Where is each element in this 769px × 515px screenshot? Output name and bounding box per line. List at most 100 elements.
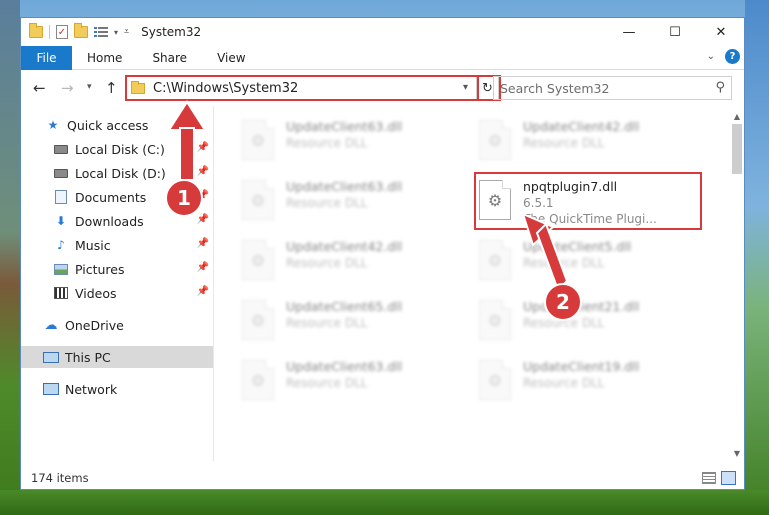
pin-icon[interactable]: 📌 — [197, 142, 209, 153]
scrollbar-thumb[interactable] — [732, 124, 742, 174]
list-item[interactable]: ⚙ UpdateClient5.dll Resource DLL — [479, 236, 707, 288]
tab-share[interactable]: Share — [137, 46, 202, 70]
help-icon[interactable]: ? — [725, 49, 740, 64]
large-icons-view-icon[interactable] — [721, 471, 736, 485]
file-name: UpdateClient19.dll — [523, 359, 640, 374]
desktop-background-right — [745, 0, 769, 515]
sidebar-item-network[interactable]: Network — [21, 378, 213, 400]
file-name: UpdateClient63.dll — [286, 119, 403, 134]
minimize-button[interactable]: — — [606, 18, 652, 46]
sidebar-item-label: Pictures — [75, 261, 125, 277]
tab-home[interactable]: Home — [72, 46, 137, 70]
quick-access-separator — [49, 25, 50, 39]
disk-icon — [53, 142, 69, 156]
file-name: UpdateClient42.dll — [523, 119, 640, 134]
file-type: Resource DLL — [523, 316, 605, 330]
sidebar-item-quick-access[interactable]: ★ Quick access — [21, 114, 213, 136]
sidebar-item-label: Local Disk (C:) — [75, 141, 165, 157]
chevron-down-icon[interactable]: ▾ — [114, 28, 118, 37]
disk-icon — [53, 166, 69, 180]
pin-icon[interactable]: 📌 — [197, 190, 209, 201]
sidebar-item-label: Videos — [75, 285, 117, 301]
file-list: ⚙ UpdateClient63.dll Resource DLL ⚙ Upda… — [214, 106, 729, 461]
pin-icon[interactable]: 📌 — [197, 166, 209, 177]
callout-box-1 — [125, 75, 479, 101]
dll-file-icon: ⚙ — [479, 300, 511, 340]
cloud-icon: ☁ — [44, 317, 58, 333]
list-item[interactable]: ⚙ UpdateClient21.dll Resource DLL — [479, 296, 707, 348]
desktop-background-left — [0, 0, 20, 515]
file-type: Resource DLL — [286, 136, 368, 150]
list-item[interactable]: ⚙ UpdateClient42.dll Resource DLL — [242, 236, 470, 288]
recent-locations-icon[interactable]: ▾ — [87, 82, 92, 92]
sidebar-item-music[interactable]: ♪ Music 📌 — [21, 234, 213, 256]
folder-icon — [29, 23, 43, 38]
up-arrow-icon[interactable]: ↑ — [105, 79, 118, 97]
list-item[interactable]: ⚙ UpdateClient19.dll Resource DLL — [479, 356, 707, 408]
sidebar-item-local-disk-d[interactable]: Local Disk (D:) 📌 — [21, 162, 213, 184]
sidebar-item-label: Local Disk (D:) — [75, 165, 166, 181]
network-icon — [43, 382, 59, 396]
sidebar-item-label: This PC — [65, 349, 111, 365]
dll-file-icon: ⚙ — [242, 240, 274, 280]
title-bar: ✓ ▾ ⩡ System32 — ☐ ✕ — [21, 18, 744, 46]
sidebar-item-label: Network — [65, 381, 118, 397]
sidebar-item-label: Downloads — [75, 213, 144, 229]
pin-icon[interactable]: 📌 — [197, 286, 209, 297]
file-name: UpdateClient21.dll — [523, 299, 640, 314]
list-item[interactable]: ⚙ UpdateClient63.dll Resource DLL — [242, 176, 470, 228]
new-folder-icon[interactable] — [74, 23, 88, 38]
expand-ribbon-icon[interactable]: ⌄ — [707, 51, 715, 62]
sidebar-item-videos[interactable]: Videos 📌 — [21, 282, 213, 304]
file-type: Resource DLL — [286, 196, 368, 210]
properties-icon[interactable] — [94, 26, 110, 38]
window-controls: — ☐ ✕ — [606, 18, 744, 46]
pin-icon[interactable]: 📌 — [197, 262, 209, 273]
dll-file-icon: ⚙ — [479, 120, 511, 160]
ribbon-right-controls: ⌄ ? — [707, 49, 740, 64]
file-name: UpdateClient63.dll — [286, 359, 403, 374]
properties-check-icon[interactable]: ✓ — [56, 25, 68, 39]
pc-icon — [43, 350, 59, 364]
video-icon — [53, 286, 69, 300]
sidebar-item-local-disk-c[interactable]: Local Disk (C:) 📌 — [21, 138, 213, 160]
file-name: UpdateClient5.dll — [523, 239, 632, 254]
sidebar-item-pictures[interactable]: Pictures 📌 — [21, 258, 213, 280]
file-type: Resource DLL — [523, 376, 605, 390]
file-name: UpdateClient42.dll — [286, 239, 403, 254]
forward-arrow-icon[interactable]: → — [61, 79, 74, 97]
maximize-button[interactable]: ☐ — [652, 18, 698, 46]
file-type: Resource DLL — [523, 256, 605, 270]
dll-file-icon: ⚙ — [242, 360, 274, 400]
back-arrow-icon[interactable]: ← — [33, 79, 46, 97]
search-icon[interactable]: ⚲ — [715, 80, 725, 95]
sidebar-item-label: Quick access — [67, 117, 149, 133]
tab-view[interactable]: View — [202, 46, 260, 70]
details-view-icon[interactable] — [702, 472, 716, 484]
sidebar-item-downloads[interactable]: ⬇ Downloads 📌 — [21, 210, 213, 232]
pin-icon[interactable]: 📌 — [197, 238, 209, 249]
list-item[interactable]: ⚙ UpdateClient42.dll Resource DLL — [479, 116, 707, 168]
item-count: 174 items — [31, 471, 89, 485]
tab-file[interactable]: File — [21, 45, 72, 70]
list-item[interactable]: ⚙ UpdateClient63.dll Resource DLL — [242, 356, 470, 408]
navigation-pane: ★ Quick access Local Disk (C:) 📌 Local D… — [21, 106, 213, 461]
search-box[interactable]: Search System32 ⚲ — [493, 76, 732, 100]
dll-file-icon: ⚙ — [242, 300, 274, 340]
sidebar-item-this-pc[interactable]: This PC — [21, 346, 213, 368]
list-item[interactable]: ⚙ UpdateClient65.dll Resource DLL — [242, 296, 470, 348]
search-input[interactable]: Search System32 — [500, 81, 609, 96]
sidebar-item-documents[interactable]: Documents 📌 — [21, 186, 213, 208]
scroll-up-icon[interactable]: ▲ — [730, 109, 744, 123]
list-item[interactable]: ⚙ UpdateClient63.dll Resource DLL — [242, 116, 470, 168]
customize-toolbar-icon[interactable]: ⩡ — [124, 27, 129, 37]
music-icon: ♪ — [57, 238, 65, 252]
window-title: System32 — [141, 25, 202, 39]
pin-icon[interactable]: 📌 — [197, 214, 209, 225]
dll-file-icon: ⚙ — [479, 360, 511, 400]
close-button[interactable]: ✕ — [698, 18, 744, 46]
sidebar-item-label: OneDrive — [65, 317, 124, 333]
sidebar-item-onedrive[interactable]: ☁ OneDrive — [21, 314, 213, 336]
dll-file-icon: ⚙ — [242, 180, 274, 220]
scroll-down-icon[interactable]: ▼ — [730, 446, 744, 460]
